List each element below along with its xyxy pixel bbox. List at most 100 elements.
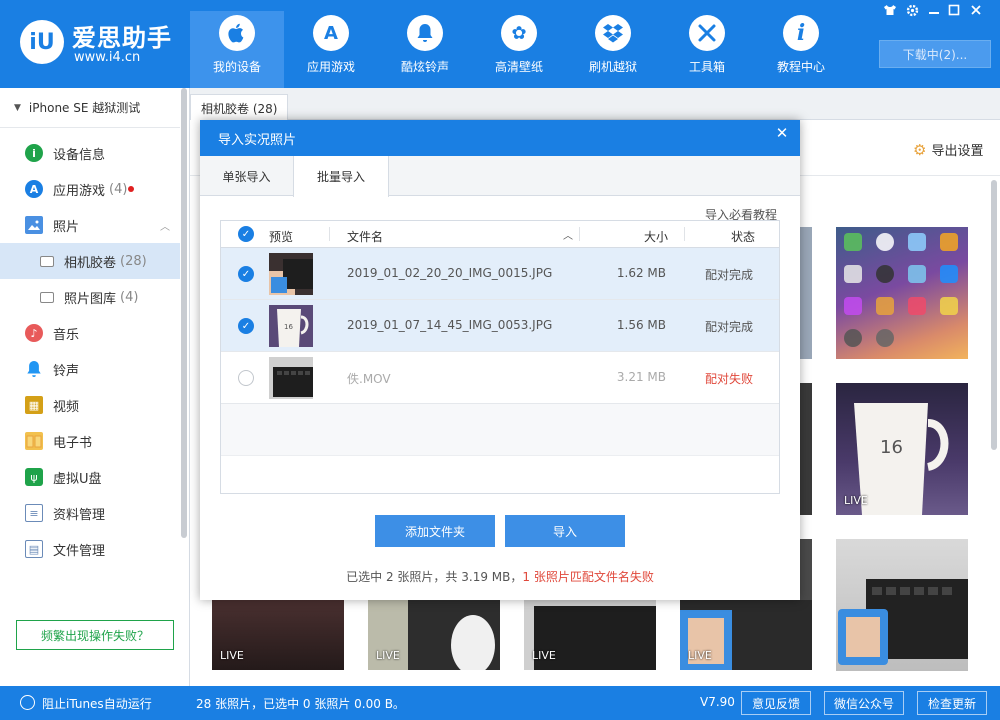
table-header: ✓ 预览 文件名 ︿ 大小 状态 [221,221,779,248]
photo-thumbnail[interactable]: LIVE [524,600,656,670]
settings-icon[interactable] [904,4,920,18]
row-checkbox[interactable]: ✓ [238,266,254,282]
column-preview: 预览 [269,230,294,244]
photo-thumbnail[interactable] [800,227,812,359]
book-icon [25,432,43,450]
import-button[interactable]: 导入 [505,515,625,547]
nav-flash-jailbreak[interactable]: 刷机越狱 [566,11,660,88]
photo-thumbnail[interactable] [800,539,812,601]
tab-batch-import[interactable]: 批量导入 [293,156,389,197]
photo-icon [25,216,43,234]
main-tab-bar: 相机胶卷 (28) [190,88,1000,121]
close-icon[interactable] [968,4,984,18]
table-row[interactable]: ✓ 2019_01_02_20_20_IMG_0015.JPG 1.62 MB … [221,248,779,300]
device-selector[interactable]: ▼ iPhone SE 越狱测试 [0,88,180,128]
live-badge: LIVE [376,649,400,662]
app-logo: iU [20,20,64,64]
nav-apps-games[interactable]: A 应用游戏 [284,11,378,88]
nav-my-device[interactable]: 我的设备 [190,11,284,88]
row-checkbox[interactable] [238,370,254,386]
column-size[interactable]: 大小 [644,228,668,245]
sidebar-item-label: 视频 [53,399,80,415]
sidebar-item-apps[interactable]: A 应用游戏 (4) [0,171,180,207]
main-scrollbar[interactable] [991,180,997,450]
file-status: 配对失败 [705,372,754,386]
export-settings-button[interactable]: ⚙ 导出设置 [913,140,983,160]
nav-ringtones[interactable]: 酷炫铃声 [378,11,472,88]
tab-camera-roll[interactable]: 相机胶卷 (28) [190,94,289,121]
close-icon[interactable]: ✕ [764,120,800,146]
photo-thumbnail[interactable]: LIVE [680,600,812,670]
download-progress-button[interactable]: 下载中(2)... [879,40,991,68]
sidebar-item-data-management[interactable]: ≡ 资料管理 [0,495,180,531]
sidebar-item-music[interactable]: ♪ 音乐 [0,315,180,351]
svg-text:16: 16 [284,323,293,331]
nav-label: 应用游戏 [306,60,355,74]
sidebar-item-device-info[interactable]: i 设备信息 [0,135,180,171]
table-row[interactable]: ✓ 16 2019_01_07_14_45_IMG_0053.JPG 1.56 … [221,300,779,352]
nav-label: 工具箱 [688,60,725,74]
nav-label: 刷机越狱 [588,60,637,74]
empty-row [221,404,779,456]
sidebar-item-photo-library[interactable]: 照片图库 (4) [0,279,180,315]
file-status: 配对完成 [705,268,754,282]
column-filename[interactable]: 文件名 [347,228,383,245]
sidebar-item-video[interactable]: ▦ 视频 [0,387,180,423]
dialog-tabs: 单张导入 批量导入 导入必看教程 [200,156,800,222]
dialog-title: 导入实况照片 [200,120,800,156]
folder-icon [40,255,54,267]
select-all-checkbox[interactable]: ✓ [238,226,254,242]
nav-tutorials[interactable]: i 教程中心 [754,11,848,88]
bell-icon [25,360,43,378]
faq-button[interactable]: 频繁出现操作失败？ [16,620,174,650]
add-folder-button[interactable]: 添加文件夹 [375,515,495,547]
sidebar-item-ringtones[interactable]: 铃声 [0,351,180,387]
sidebar-item-photos[interactable]: 照片 ︿ [0,207,180,243]
nav-toolbox[interactable]: 工具箱 [660,11,754,88]
file-status: 配对完成 [705,320,754,334]
photo-thumbnail[interactable]: LIVE [368,600,500,670]
sidebar-item-file-management[interactable]: ▤ 文件管理 [0,531,180,567]
column-status[interactable]: 状态 [731,228,755,245]
column-separator [684,227,685,241]
sidebar-item-virtual-usb[interactable]: ψ 虚拟U盘 [0,459,180,495]
sidebar-item-label: 音乐 [53,327,80,343]
sidebar-item-label: 照片 [53,219,80,235]
collapse-triangle-icon: ▼ [14,102,21,113]
summary-error-text: 1 张照片匹配文件名失败 [522,570,654,584]
minimize-icon[interactable] [926,4,942,18]
check-update-button[interactable]: 检查更新 [917,691,987,715]
nav-wallpapers[interactable]: ✿ 高清壁纸 [472,11,566,88]
sidebar-item-label: 设备信息 [53,147,106,163]
chevron-up-icon[interactable]: ︿ [160,218,170,233]
selection-summary: 已选中 2 张照片，共 3.19 MB，1 张照片匹配文件名失败 [200,568,800,585]
photo-thumbnail[interactable]: LIVE [212,600,344,670]
status-bar: 阻止iTunes自动运行 28 张照片，已选中 0 张照片 0.00 B。 V7… [0,686,1000,720]
sidebar-item-ebooks[interactable]: 电子书 [0,423,180,459]
block-itunes-label[interactable]: 阻止iTunes自动运行 [42,695,152,712]
photo-thumbnail[interactable]: 16 LIVE [836,383,968,515]
wechat-account-button[interactable]: 微信公众号 [824,691,904,715]
sort-asc-icon[interactable]: ︿ [563,227,573,242]
live-badge: LIVE [532,649,556,662]
sidebar-scrollbar[interactable] [181,88,187,538]
photo-thumbnail[interactable] [836,227,968,359]
device-name: iPhone SE 越狱测试 [28,101,141,115]
table-row[interactable]: 佚.MOV 3.21 MB 配对失败 [221,352,779,404]
photo-thumbnail[interactable] [800,383,812,515]
shirt-icon[interactable] [882,4,898,18]
video-icon: ▦ [25,396,43,414]
sidebar-item-label: 相机胶卷 [64,255,117,271]
sidebar-item-camera-roll[interactable]: 相机胶卷 (28) [0,243,180,279]
info-icon: i [783,15,819,51]
photo-thumbnail[interactable] [836,539,968,671]
row-checkbox[interactable]: ✓ [238,318,254,334]
tab-single-import[interactable]: 单张导入 [200,156,293,196]
block-itunes-radio[interactable] [20,695,35,710]
info-circle-icon: i [25,144,43,162]
feedback-button[interactable]: 意见反馈 [741,691,811,715]
file-name: 2019_01_07_14_45_IMG_0053.JPG [347,318,553,332]
app-header: iU 爱思助手 www.i4.cn 我的设备 A 应用游戏 酷炫铃声 ✿ 高清壁… [0,0,1000,88]
sidebar-item-label: 电子书 [53,435,93,451]
maximize-icon[interactable] [946,4,962,18]
